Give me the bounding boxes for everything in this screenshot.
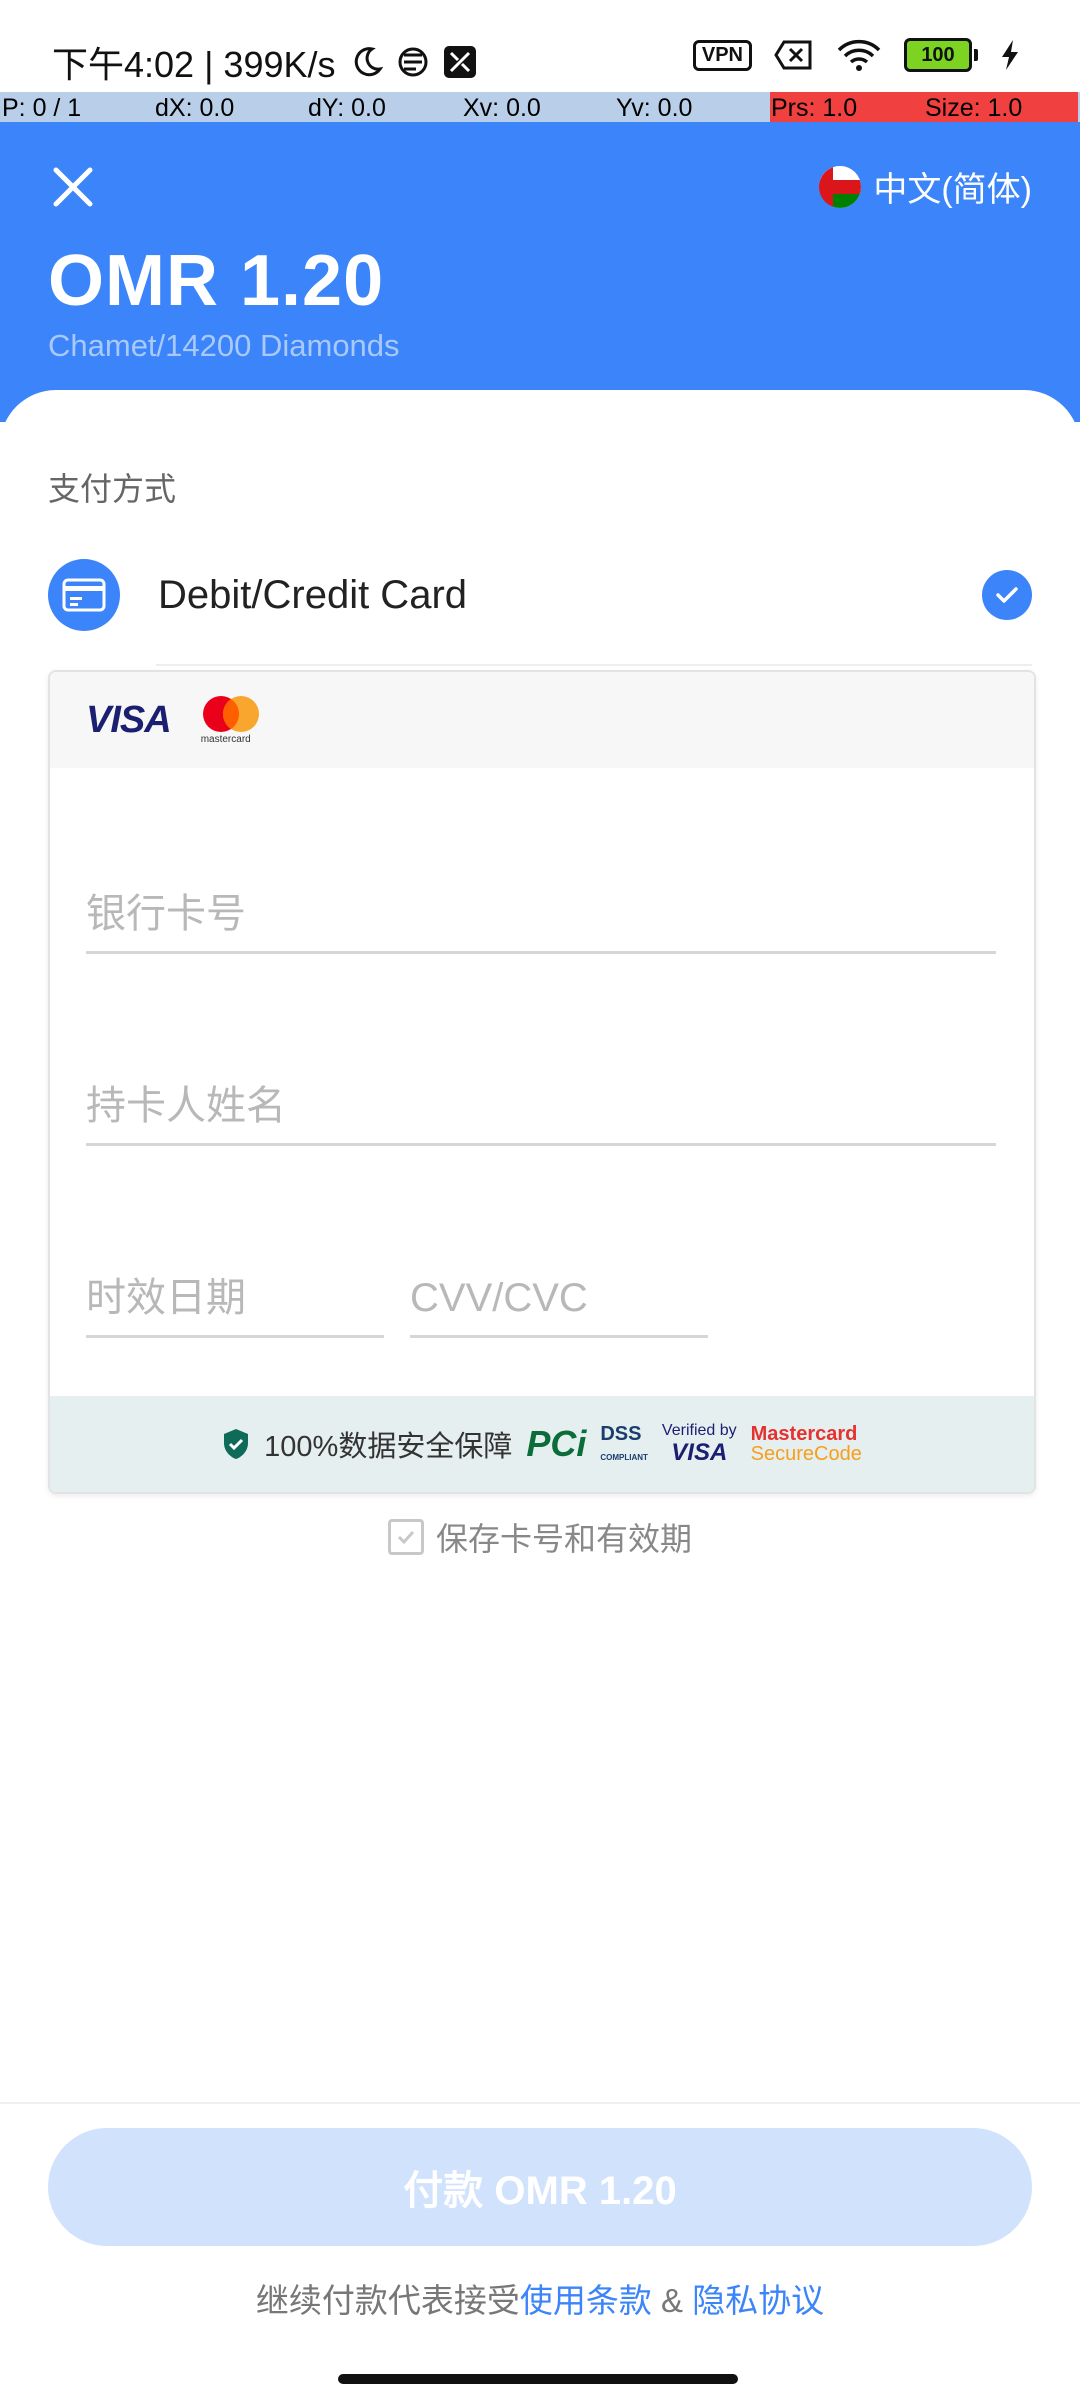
- close-button[interactable]: [48, 162, 98, 212]
- product-description: Chamet/14200 Diamonds: [48, 328, 400, 363]
- notification-icon: [398, 47, 428, 77]
- status-bar: 下午4:02 | 399K/s VPN 100: [0, 0, 1080, 104]
- vbv-bottom: VISA: [671, 1438, 728, 1466]
- card-number-field[interactable]: [86, 892, 996, 954]
- debug-xv: Xv: 0.0: [463, 94, 541, 122]
- battery-icon: 100: [904, 38, 978, 72]
- payment-header: 中文(简体) OMR 1.20 Chamet/14200 Diamonds: [0, 122, 1080, 422]
- oman-flag-icon: [819, 165, 862, 208]
- cvv-field[interactable]: [410, 1276, 708, 1338]
- debug-pointer-count: P: 0 / 1: [2, 94, 82, 122]
- charging-icon: [1002, 40, 1018, 70]
- battery-level: 100: [904, 38, 972, 72]
- debug-size: Size: 1.0: [925, 94, 1023, 122]
- visa-logo: VISA: [86, 698, 172, 741]
- save-card-option[interactable]: 保存卡号和有效期: [0, 1514, 1080, 1560]
- holder-name-input[interactable]: [86, 1084, 996, 1143]
- status-left: 下午4:02 | 399K/s: [52, 36, 478, 88]
- home-indicator[interactable]: [338, 2374, 738, 2384]
- debug-pressure: Prs: 1.0: [771, 94, 858, 122]
- mcsc-bottom: SecureCode: [750, 1443, 862, 1465]
- shield-check-icon: [224, 1429, 249, 1459]
- payment-sheet: 支付方式 Debit/Credit Card VISA mastercard 银…: [0, 390, 1080, 2400]
- security-text: 100%数据安全保障: [264, 1431, 513, 1463]
- mcsc-top: Mastercard: [750, 1423, 858, 1445]
- payment-method-card[interactable]: Debit/Credit Card: [48, 558, 1032, 632]
- language-label: 中文(简体): [873, 171, 1032, 209]
- card-number-input[interactable]: [86, 892, 996, 951]
- expiry-field[interactable]: [86, 1276, 384, 1338]
- holder-name-field[interactable]: [86, 1084, 996, 1146]
- vbv-top: Verified by: [661, 1422, 737, 1439]
- section-title: 支付方式: [48, 471, 177, 507]
- terms-of-use-link[interactable]: 使用条款: [520, 2282, 652, 2319]
- bottom-divider: [0, 2102, 1080, 2104]
- debug-yv: Yv: 0.0: [616, 94, 693, 122]
- terms-amp: &: [651, 2282, 693, 2319]
- payment-method-label: Debit/Credit Card: [158, 572, 468, 617]
- mastercard-logo: mastercard: [199, 692, 263, 748]
- security-badges: 100%数据安全保障 PCi DSS COMPLIANT Verified by…: [50, 1396, 1034, 1492]
- debug-dx: dX: 0.0: [155, 94, 235, 122]
- pay-button[interactable]: 付款 OMR 1.20: [48, 2128, 1032, 2246]
- vpn-icon: VPN: [692, 39, 752, 71]
- selected-check-icon: [982, 570, 1032, 620]
- nfc-icon: [443, 46, 476, 78]
- status-time-speed: 下午4:02 | 399K/s: [52, 44, 336, 85]
- wifi-icon: [837, 39, 881, 71]
- language-selector[interactable]: 中文(简体): [819, 162, 1032, 211]
- debug-dy: dY: 0.0: [308, 94, 386, 122]
- dss-bottom: COMPLIANT: [600, 1453, 648, 1462]
- mastercard-wordmark: mastercard: [200, 734, 251, 745]
- divider: [156, 664, 1032, 666]
- terms-prefix: 继续付款代表接受: [255, 2282, 520, 2319]
- pointer-debug-bar: P: 0 / 1 dX: 0.0 dY: 0.0 Xv: 0.0 Yv: 0.0…: [0, 92, 1080, 122]
- dss-logo: DSS COMPLIANT: [600, 1424, 648, 1464]
- dss-top: DSS: [600, 1423, 642, 1445]
- expiry-input[interactable]: [86, 1276, 384, 1335]
- card-form: VISA mastercard 100%数据安全保障 P: [48, 670, 1036, 1494]
- mastercard-securecode-logo: Mastercard SecureCode: [751, 1424, 862, 1464]
- pci-logo: PCi: [526, 1423, 587, 1464]
- payment-amount: OMR 1.20: [48, 241, 385, 321]
- sim-off-icon: [774, 40, 812, 70]
- save-card-label: 保存卡号和有效期: [435, 1521, 692, 1557]
- card-brands: VISA mastercard: [50, 672, 1034, 768]
- verified-by-visa-logo: Verified by VISA: [661, 1422, 737, 1466]
- save-card-checkbox[interactable]: [387, 1519, 424, 1555]
- status-right: VPN 100: [692, 38, 1020, 72]
- privacy-policy-link[interactable]: 隐私协议: [692, 2282, 824, 2319]
- close-icon: [53, 167, 93, 207]
- terms-notice: 继续付款代表接受使用条款 & 隐私协议: [0, 2274, 1080, 2322]
- moon-icon: [354, 47, 383, 77]
- cvv-input[interactable]: [410, 1276, 708, 1335]
- credit-card-icon: [48, 559, 120, 631]
